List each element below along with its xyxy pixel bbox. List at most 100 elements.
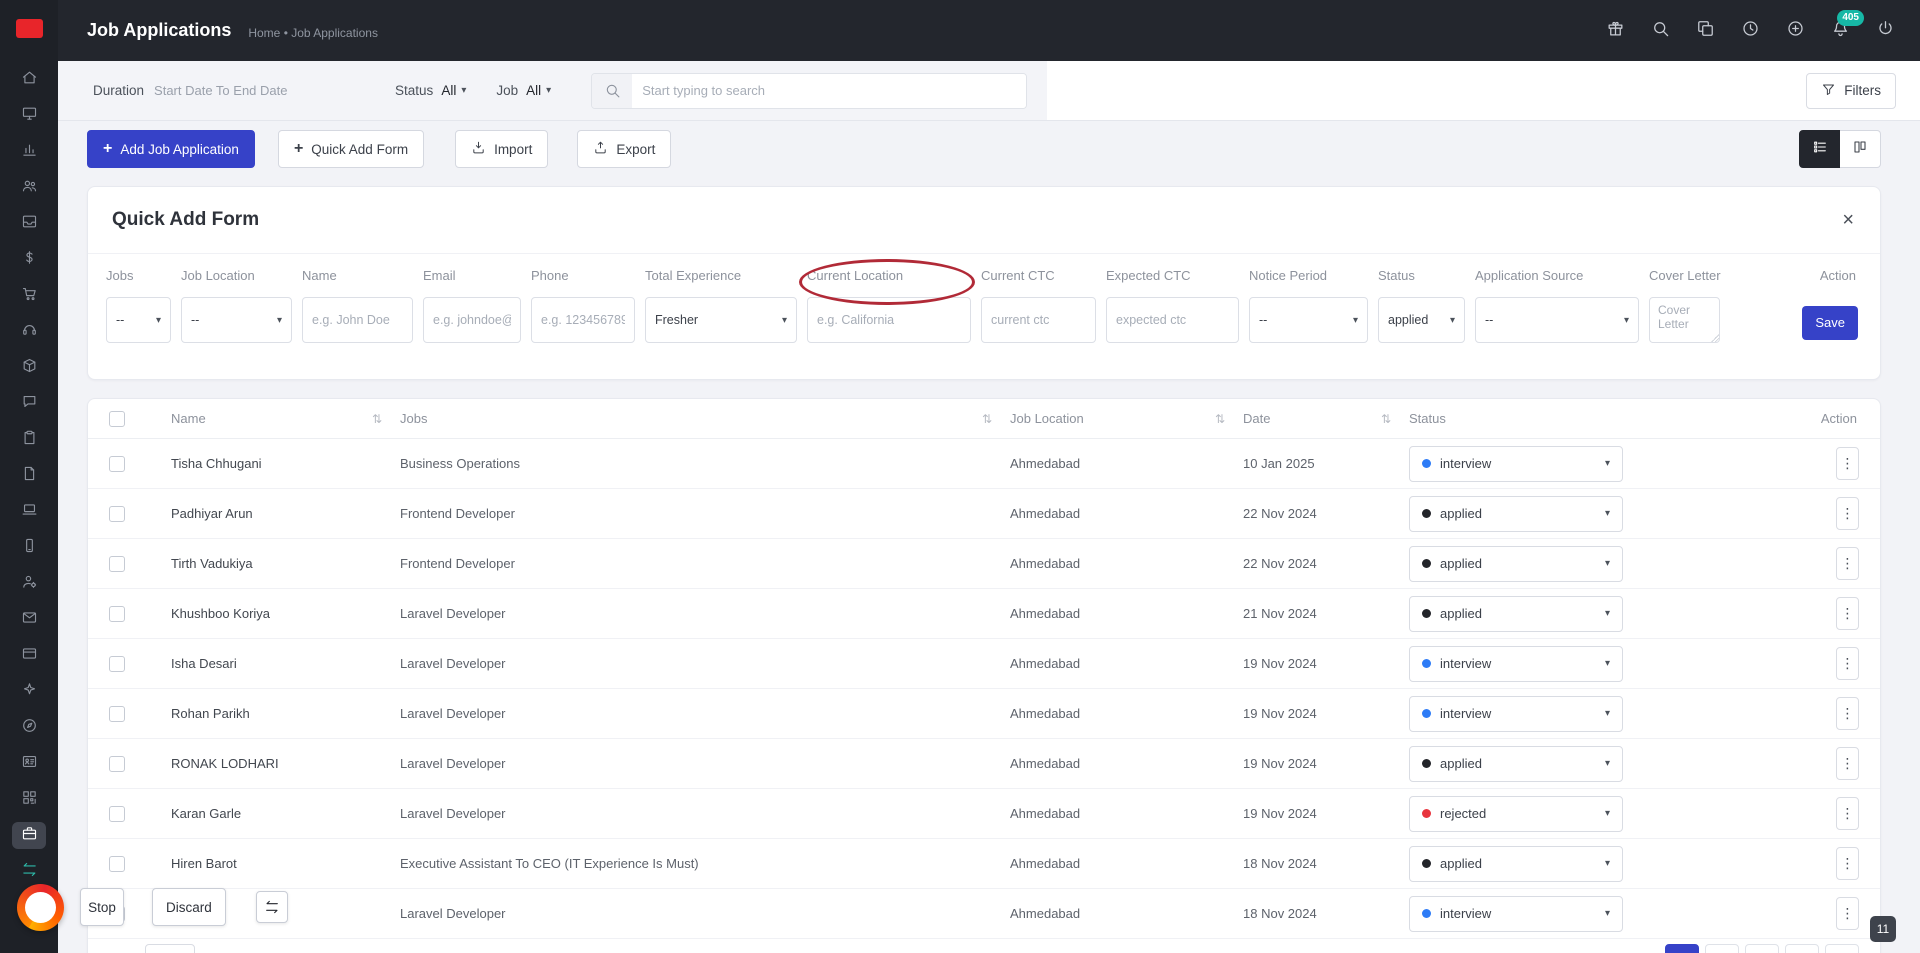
sidebar-item-messages[interactable] — [12, 390, 46, 417]
status-select[interactable]: interview ▾ — [1409, 895, 1623, 932]
row-actions-button[interactable]: ⋮ — [1836, 797, 1859, 830]
sidebar-item-id-cards[interactable] — [12, 750, 46, 777]
status-select[interactable]: applied ▾ — [1409, 595, 1623, 632]
sidebar-item-assets[interactable] — [12, 354, 46, 381]
page-button-2[interactable]: 2 — [1705, 944, 1739, 953]
row-actions-button[interactable]: ⋮ — [1836, 697, 1859, 730]
sidebar-item-scanner[interactable] — [12, 786, 46, 813]
expected-ctc-input[interactable] — [1106, 297, 1239, 343]
sidebar-item-reports[interactable] — [12, 138, 46, 165]
applicant-name[interactable]: Karan Garle — [171, 806, 400, 821]
phone-input[interactable] — [531, 297, 635, 343]
sidebar-item-billing[interactable] — [12, 642, 46, 669]
kanban-view-toggle[interactable] — [1840, 130, 1881, 168]
page-button-4[interactable]: 4 — [1785, 944, 1819, 953]
sidebar-item-devices[interactable] — [12, 498, 46, 525]
stop-button[interactable]: Stop — [80, 888, 124, 926]
header-history-button[interactable] — [1737, 18, 1763, 44]
row-actions-button[interactable]: ⋮ — [1836, 497, 1859, 530]
applicant-name[interactable]: Tisha Chhugani — [171, 456, 400, 471]
status-select[interactable]: applied ▾ — [1378, 297, 1465, 343]
column-header-name[interactable]: Name ⇅ — [171, 411, 400, 426]
jobs-select[interactable]: -- ▾ — [106, 297, 171, 343]
sidebar-item-payroll[interactable] — [12, 246, 46, 273]
row-actions-button[interactable]: ⋮ — [1836, 547, 1859, 580]
close-icon[interactable]: × — [1842, 210, 1854, 230]
row-actions-button[interactable]: ⋮ — [1836, 447, 1859, 480]
current-location-input[interactable] — [807, 297, 971, 343]
app-logo[interactable] — [15, 19, 43, 38]
application-source-select[interactable]: -- ▾ — [1475, 297, 1639, 343]
list-view-toggle[interactable] — [1799, 130, 1840, 168]
status-select[interactable]: interview ▾ — [1409, 695, 1623, 732]
status-select[interactable]: interview ▾ — [1409, 445, 1623, 482]
status-filter-dropdown[interactable]: All ▾ — [441, 83, 466, 98]
select-all-checkbox[interactable] — [109, 410, 125, 427]
header-quick-create-button[interactable] — [1782, 18, 1808, 44]
applicant-name[interactable]: Khushboo Koriya — [171, 606, 400, 621]
sidebar-item-team[interactable] — [12, 174, 46, 201]
current-ctc-input[interactable] — [981, 297, 1096, 343]
email-input[interactable] — [423, 297, 521, 343]
status-select[interactable]: rejected ▾ — [1409, 795, 1623, 832]
header-power-button[interactable] — [1872, 18, 1898, 44]
applicant-name[interactable]: Hiren Barot — [171, 856, 400, 871]
sort-icon[interactable]: ⇅ — [982, 412, 992, 426]
sidebar-item-documents[interactable] — [12, 462, 46, 489]
column-header-date[interactable]: Date ⇅ — [1243, 411, 1409, 426]
duration-input[interactable] — [154, 83, 360, 98]
page-button-5[interactable]: 5 — [1825, 944, 1859, 953]
floating-logo[interactable] — [17, 884, 64, 931]
sidebar-item-dashboard[interactable] — [12, 102, 46, 129]
search-input[interactable] — [632, 73, 1027, 108]
status-select[interactable]: interview ▾ — [1409, 645, 1623, 682]
save-button[interactable]: Save — [1802, 305, 1858, 340]
row-checkbox[interactable] — [109, 655, 125, 672]
sidebar-item-explore[interactable] — [12, 714, 46, 741]
job-filter-dropdown[interactable]: All ▾ — [526, 83, 551, 98]
column-header-loc[interactable]: Job Location ⇅ — [1010, 411, 1243, 426]
job-location-select[interactable]: -- ▾ — [181, 297, 292, 343]
sidebar-item-mail[interactable] — [12, 606, 46, 633]
sidebar-item-highlights[interactable] — [12, 678, 46, 705]
sidebar-item-purchases[interactable] — [12, 282, 46, 309]
add-job-application-button[interactable]: + Add Job Application — [87, 130, 255, 168]
sidebar-item-tasks[interactable] — [12, 426, 46, 453]
header-notifications-button[interactable]: 405 — [1827, 9, 1864, 44]
per-page-select[interactable]: ▾ — [145, 944, 195, 953]
row-actions-button[interactable]: ⋮ — [1836, 747, 1859, 780]
row-actions-button[interactable]: ⋮ — [1836, 647, 1859, 680]
total-experience-select[interactable]: Fresher ▾ — [645, 297, 797, 343]
sort-icon[interactable]: ⇅ — [1215, 412, 1225, 426]
sort-icon[interactable]: ⇅ — [372, 412, 382, 426]
sidebar-item-user-settings[interactable] — [12, 570, 46, 597]
sort-icon[interactable]: ⇅ — [1381, 412, 1391, 426]
row-actions-button[interactable]: ⋮ — [1836, 597, 1859, 630]
status-select[interactable]: applied ▾ — [1409, 545, 1623, 582]
row-checkbox[interactable] — [109, 755, 125, 772]
quick-add-form-button[interactable]: + Quick Add Form — [277, 130, 425, 168]
row-actions-button[interactable]: ⋮ — [1836, 847, 1859, 880]
header-products-button[interactable] — [1602, 18, 1628, 44]
name-input[interactable] — [302, 297, 413, 343]
sidebar-item-home[interactable] — [12, 66, 46, 93]
status-select[interactable]: applied ▾ — [1409, 495, 1623, 532]
column-header-jobs[interactable]: Jobs ⇅ — [400, 411, 1010, 426]
row-checkbox[interactable] — [109, 555, 125, 572]
applicant-name[interactable]: Tirth Vadukiya — [171, 556, 400, 571]
filters-button[interactable]: Filters — [1806, 72, 1896, 109]
swap-icon[interactable] — [255, 891, 288, 923]
cover-letter-textarea[interactable] — [1649, 297, 1720, 343]
row-checkbox[interactable] — [109, 605, 125, 622]
applicant-name[interactable]: Rohan Parikh — [171, 706, 400, 721]
sidebar-item-inbox[interactable] — [12, 210, 46, 237]
sidebar-item-mobile-app[interactable] — [12, 534, 46, 561]
row-checkbox[interactable] — [109, 455, 125, 472]
page-button-3[interactable]: 3 — [1745, 944, 1779, 953]
notice-period-select[interactable]: -- ▾ — [1249, 297, 1368, 343]
header-search-button[interactable] — [1647, 18, 1673, 44]
row-actions-button[interactable]: ⋮ — [1836, 897, 1859, 930]
header-notes-button[interactable] — [1692, 18, 1718, 44]
sidebar-item-shortcuts[interactable] — [12, 858, 46, 885]
export-button[interactable]: Export — [577, 130, 672, 168]
